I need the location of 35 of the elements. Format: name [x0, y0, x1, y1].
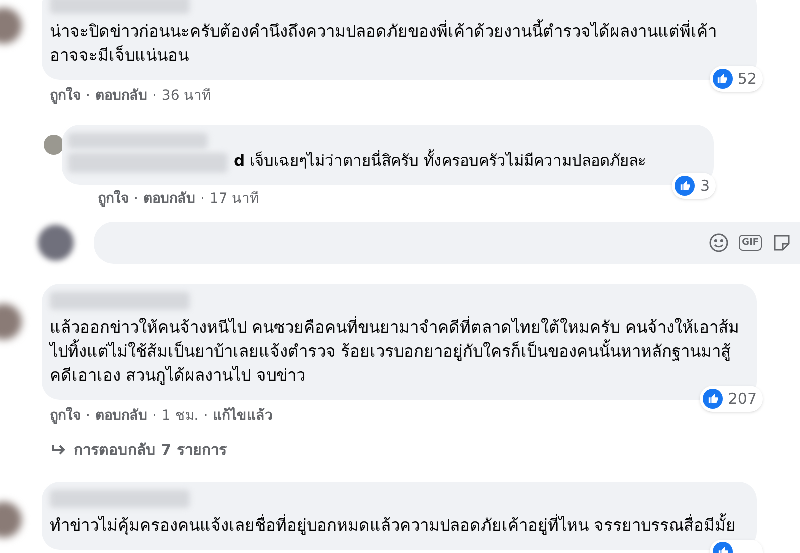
separator-dot: ·: [152, 407, 157, 426]
like-reaction-icon: [703, 388, 724, 409]
sticker-icon[interactable]: [772, 233, 792, 253]
comment-action-link[interactable]: ถูกใจ: [98, 189, 129, 210]
comment-text: ทำข่าวไม่คุ้มครองคนแจ้งเลยชื่อที่อยู่บอกหมดแล้วความปลอดภัยเค้าอยู่ที่ไหน จรรยาบรรณสื่อมีมั้ย: [50, 514, 738, 538]
comment-action-link[interactable]: ถูกใจ: [50, 86, 81, 107]
comment-text: แล้วออกข่าวให้คนจ้างหนีไป คนซวยคือคนที่ขนยามาจำคดีที่ตลาดไทยใต้ใหมครับ คนจ้างให้เอาส้มไปทิ้งแต่ไม่ใช้ส้มเป็นยาบ้าเลยแจ้งตำรวจ ร้อยเวรบอกยาอยู่กับใครก็เป็นของคนนั้นหาหลักฐานมาสู้คดีเอาเอง สวนกูได้ผลงานไป จบข่าว: [50, 316, 740, 388]
separator-dot: ·: [86, 407, 90, 426]
comment-text: d เจ็บเฉยๆไม่ว่าตายนี่สิครับ ทั้งครอบครัวไม่มีความปลอดภัยละ: [234, 149, 646, 173]
emoji-icon[interactable]: [709, 233, 730, 253]
view-replies-link[interactable]: การตอบกลับ 7 รายการ: [0, 439, 800, 462]
comment-time: 17 นาที: [210, 190, 260, 209]
comment-time: 1 ชม.: [162, 407, 199, 426]
comment-action-link[interactable]: ตอบกลับ: [95, 406, 148, 427]
reply-arrow-icon: [52, 444, 66, 456]
comment-action-link[interactable]: แก้ไขแล้ว: [213, 406, 274, 427]
separator-dot: ·: [200, 190, 205, 209]
comment-text: น่าจะปิดข่าวก่อนนะครับต้องคำนึงถึงความปลอดภัยของพี่เค้าด้วยงานนี้ตำรวจได้ผลงานแต่พี่เค้าอาจจะมีเจ็บแน่นอน: [50, 20, 743, 68]
comment-action-link[interactable]: ถูกใจ: [50, 406, 81, 427]
separator-dot: ·: [134, 190, 138, 209]
avatar: [44, 135, 64, 155]
avatar: [38, 225, 74, 261]
separator-dot: ·: [86, 87, 90, 106]
like-reaction-icon: [675, 176, 696, 196]
comment-action-link[interactable]: ตอบกลับ: [95, 86, 148, 107]
separator-dot: ·: [152, 87, 157, 106]
like-count-badge: 52: [710, 66, 763, 92]
like-reaction-icon: [712, 68, 733, 89]
separator-dot: ·: [204, 407, 208, 426]
like-count-badge: 3: [672, 172, 716, 199]
like-count-badge: 207: [700, 386, 763, 412]
comment-input-field[interactable]: GIF: [94, 222, 800, 264]
comment-action-link[interactable]: ตอบกลับ: [143, 189, 196, 210]
comment-time: 36 นาที: [162, 87, 212, 106]
gif-button[interactable]: GIF: [739, 235, 762, 251]
